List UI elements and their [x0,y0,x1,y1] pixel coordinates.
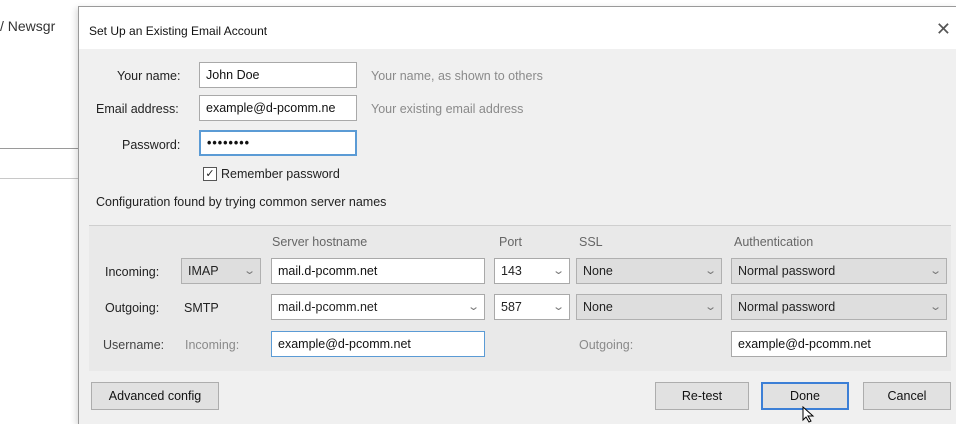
outgoing-ssl-value: None [583,300,613,314]
close-icon[interactable]: ✕ [936,19,951,40]
email-field[interactable]: example@d-pcomm.ne [199,95,357,121]
incoming-hostname-field[interactable]: mail.d-pcomm.net [271,258,485,284]
name-field[interactable]: John Doe [199,62,357,88]
chevron-down-icon: ⌄ [242,265,256,277]
dialog-titlebar: Set Up an Existing Email Account ✕ [79,7,956,49]
chevron-down-icon: ⌄ [928,265,942,277]
incoming-ssl-value: None [583,264,613,278]
remember-password-checkbox[interactable]: ✓ [203,167,217,181]
email-label: Email address: [96,102,179,116]
name-label: Your name: [117,69,181,83]
outgoing-port-value: 587 [501,300,522,314]
advanced-config-button[interactable]: Advanced config [91,382,219,410]
outgoing-auth-value: Normal password [738,300,836,314]
account-setup-dialog: Set Up an Existing Email Account ✕ Your … [78,6,956,424]
password-field[interactable]: •••••••• [199,130,357,156]
cancel-button[interactable]: Cancel [863,382,951,410]
column-header-auth: Authentication [734,235,814,249]
outgoing-hostname-value: mail.d-pcomm.net [278,300,378,314]
outgoing-hostname-select[interactable]: mail.d-pcomm.net ⌄ [271,294,485,320]
column-header-port: Port [499,235,522,249]
email-hint: Your existing email address [371,102,524,116]
username-outgoing-field[interactable]: example@d-pcomm.net [731,331,947,357]
name-hint: Your name, as shown to others [371,69,543,83]
incoming-auth-value: Normal password [738,264,836,278]
config-status-text: Configuration found by trying common ser… [96,195,387,209]
background-divider [0,148,78,149]
dialog-title: Set Up an Existing Email Account [89,24,268,38]
username-incoming-field[interactable]: example@d-pcomm.net [271,331,485,357]
chevron-down-icon: ⌄ [466,301,480,313]
outgoing-ssl-select[interactable]: None ⌄ [576,294,722,320]
incoming-ssl-select[interactable]: None ⌄ [576,258,722,284]
remember-password-label[interactable]: Remember password [221,167,340,181]
chevron-down-icon: ⌄ [703,265,717,277]
incoming-port-select[interactable]: 143 ⌄ [494,258,570,284]
password-label: Password: [122,138,181,152]
chevron-down-icon: ⌄ [703,301,717,313]
chevron-down-icon: ⌄ [928,301,942,313]
incoming-protocol-select[interactable]: IMAP ⌄ [181,258,261,284]
background-window-text: / Newsgr [0,18,56,34]
outgoing-label: Outgoing: [105,301,160,315]
outgoing-port-select[interactable]: 587 ⌄ [494,294,570,320]
retest-button[interactable]: Re-test [655,382,749,410]
username-incoming-label: Incoming: [185,338,240,352]
background-divider [0,178,78,179]
column-header-hostname: Server hostname [272,235,368,249]
incoming-protocol-value: IMAP [188,264,219,278]
checkmark-icon: ✓ [205,168,215,180]
incoming-label: Incoming: [105,265,160,279]
outgoing-auth-select[interactable]: Normal password ⌄ [731,294,947,320]
incoming-port-value: 143 [501,264,522,278]
chevron-down-icon: ⌄ [551,301,565,313]
username-label: Username: [103,338,165,352]
outgoing-protocol: SMTP [184,301,219,315]
username-outgoing-label: Outgoing: [579,338,634,352]
incoming-auth-select[interactable]: Normal password ⌄ [731,258,947,284]
chevron-down-icon: ⌄ [551,265,565,277]
column-header-ssl: SSL [579,235,603,249]
